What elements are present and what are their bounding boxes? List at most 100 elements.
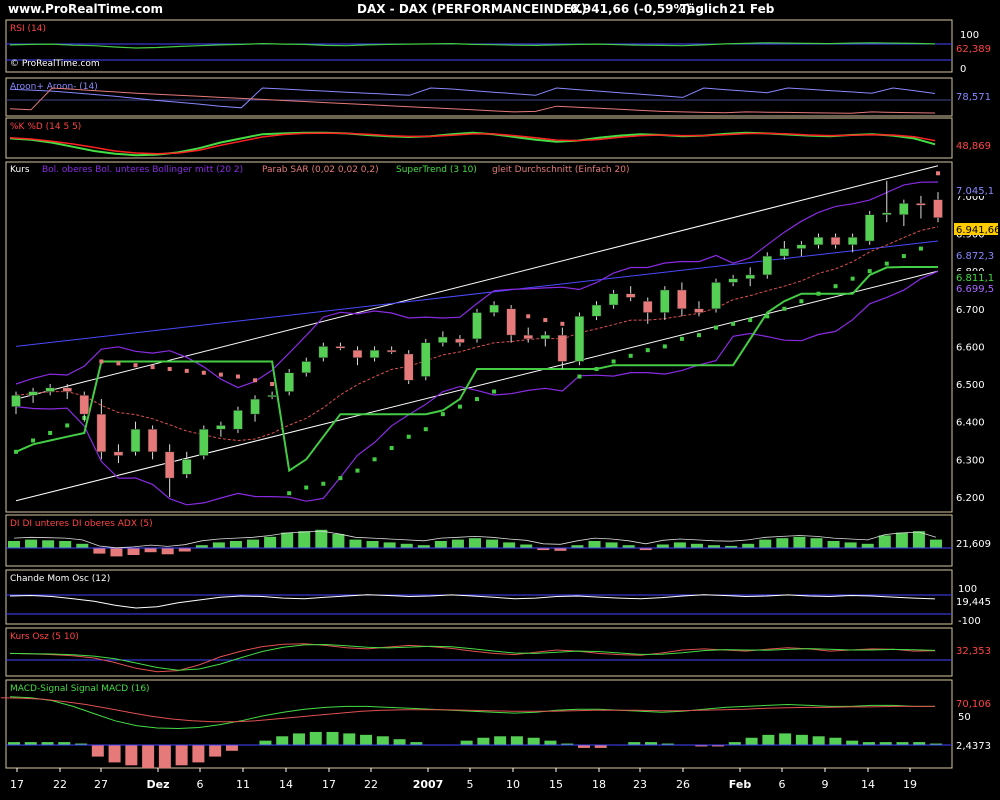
candle-body [933, 199, 943, 218]
candle-body [677, 289, 687, 310]
adx-bar [503, 542, 516, 548]
sar-dot [167, 366, 172, 371]
sar-dot [184, 368, 189, 373]
sar-dot [936, 171, 940, 176]
candle-body [916, 203, 926, 206]
sar-dot [116, 361, 121, 366]
price-legend-item: Kurs [10, 165, 30, 175]
sar-dot [611, 359, 616, 364]
candle-body [864, 214, 875, 242]
aroon-value: 78,571 [956, 92, 991, 103]
adx-bar [127, 548, 140, 555]
price-tick: 6.400 [956, 418, 985, 429]
price-legend-item: Bol. oberes Bol. unteres Bollinger mitt … [42, 165, 243, 175]
macd-histogram-bar [494, 736, 507, 745]
x-axis-label: 14 [861, 778, 875, 791]
adx-bar [793, 536, 806, 548]
sar-dot [799, 299, 804, 304]
adx-bar [247, 539, 260, 548]
adx-bar [878, 535, 891, 548]
macd-histogram-bar [846, 740, 859, 745]
x-axis-label: 5 [467, 778, 474, 791]
macd-histogram-bar [326, 731, 339, 745]
rsi-title: RSI (14) [10, 24, 46, 34]
candle-body [216, 425, 226, 430]
adx-bar [520, 544, 533, 548]
sar-dot [492, 389, 497, 394]
candle-body [147, 428, 158, 453]
adx-bar [264, 536, 277, 548]
price-label-1-value: 6.941,66 [956, 225, 1000, 236]
candle-body [352, 349, 363, 358]
macd-histogram-bar [795, 734, 808, 745]
adx-bar [76, 543, 89, 548]
sar-dot [560, 321, 565, 326]
macd-histogram-bar [276, 736, 289, 745]
sar-dot [287, 491, 292, 496]
rsi-value: 62,389 [956, 44, 991, 55]
adx-bar [742, 543, 755, 548]
adx-bar [400, 543, 413, 548]
adx-bar [178, 548, 191, 552]
candle-body [540, 334, 551, 340]
adx-bar [810, 538, 823, 548]
x-axis-label: 17 [10, 778, 24, 791]
sar-dot [679, 336, 684, 341]
sar-dot [731, 321, 736, 326]
candle-body [762, 255, 773, 276]
adx-bar [673, 542, 686, 548]
channel-lower-line [15, 270, 939, 502]
x-axis-label: 17 [322, 778, 336, 791]
candle-body [335, 346, 346, 349]
candle-body [660, 289, 670, 313]
channel-upper-line [15, 165, 939, 400]
candle-body [591, 304, 602, 317]
candle-body [557, 334, 568, 362]
adx-bar [469, 538, 481, 548]
cmo-title: Chande Mom Osc (12) [10, 574, 110, 584]
price-tick: 6.600 [956, 342, 985, 353]
macd-histogram-bar [829, 737, 842, 745]
macd-histogram-bar [209, 745, 222, 757]
sar-dot [884, 261, 889, 266]
macd-histogram-bar [309, 731, 322, 745]
adx-bar [383, 542, 396, 548]
macd-histogram-bar [762, 734, 775, 745]
sar-dot [696, 333, 701, 338]
sar-dot [850, 276, 855, 281]
macd-histogram-bar [292, 733, 305, 745]
cmo-line [9, 594, 936, 609]
adx-bar [827, 541, 840, 548]
macd-histogram-bar [125, 745, 138, 766]
sar-dot [201, 370, 206, 375]
candle-body [130, 428, 141, 453]
macd-title: MACD-Signal Signal MACD (16) [10, 684, 150, 694]
adx-bar [895, 532, 908, 548]
sar-dot [901, 254, 906, 259]
candle-body [403, 353, 414, 381]
macd-histogram-bar [477, 737, 490, 745]
rsi-tick-0: 0 [960, 64, 966, 75]
macd-histogram-bar [376, 736, 389, 745]
adx-bar [605, 542, 618, 548]
candle-body [284, 372, 294, 392]
candle-body [506, 308, 516, 336]
candle-body [96, 413, 107, 453]
sar-dot [218, 372, 223, 377]
chart-canvas[interactable]: RSI (14)1000© ProRealTime.com62,389Aroon… [0, 0, 1000, 800]
sar-dot [833, 284, 838, 289]
macd-line [9, 696, 935, 730]
macd-histogram-bar [527, 737, 540, 745]
sar-dot [389, 446, 394, 451]
price-label-0-value: 7.045,1 [956, 186, 994, 197]
x-axis-label: 11 [236, 778, 250, 791]
adx-bar [59, 541, 72, 548]
x-axis-label: Feb [729, 778, 752, 791]
macd-histogram-bar [225, 745, 238, 751]
candle-body [62, 387, 72, 392]
x-axis-label: 2007 [413, 778, 444, 791]
macd-value: 70,106 [956, 699, 991, 710]
price-legend-item: SuperTrend (3 10) [396, 165, 477, 175]
candle-body [899, 203, 909, 215]
sar-dot [99, 359, 104, 364]
